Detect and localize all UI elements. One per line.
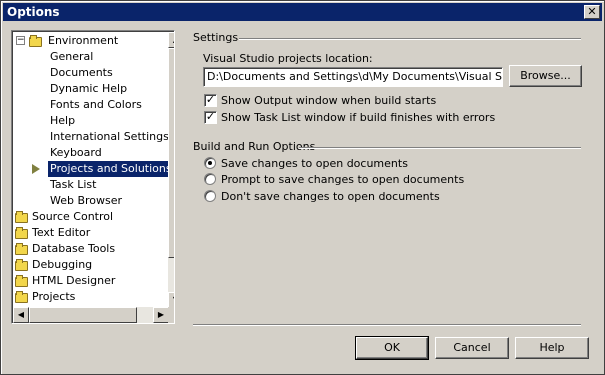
- dont-save-label: Don't save changes to open documents: [221, 190, 440, 203]
- tree-item-label: Dynamic Help: [50, 82, 128, 95]
- tree-item-label: Documents: [50, 66, 113, 79]
- settings-group-title: Settings: [193, 31, 239, 44]
- tree-item-label: Source Control: [32, 210, 114, 223]
- tree-item-label: Fonts and Colors: [50, 98, 142, 111]
- window-title: Options: [7, 5, 60, 19]
- dont-save-radio[interactable]: [204, 190, 216, 202]
- collapse-icon[interactable]: −: [16, 36, 25, 45]
- show-tasklist-label: Show Task List window if build finishes …: [221, 111, 496, 124]
- tree-item-label: Projects: [32, 290, 76, 303]
- scroll-left-icon[interactable]: ◀: [13, 307, 29, 323]
- save-changes-radio[interactable]: [204, 157, 216, 169]
- settings-divider: [239, 38, 581, 40]
- close-button[interactable]: ✕: [584, 5, 600, 19]
- tree-item-label: Help: [50, 114, 76, 127]
- folder-icon: [15, 259, 28, 271]
- title-bar[interactable]: Options ✕: [3, 3, 602, 21]
- help-button[interactable]: Help: [515, 337, 589, 359]
- tree-item-label: Environment: [48, 34, 119, 47]
- folder-icon: [15, 275, 28, 287]
- tree-item-projects[interactable]: Projects: [12, 289, 162, 305]
- tree-horizontal-scrollbar[interactable]: ◀ ▶: [13, 307, 169, 323]
- location-label: Visual Studio projects location:: [203, 52, 373, 65]
- tree-item-projects-and-solutions[interactable]: Projects and Solutions: [12, 161, 174, 177]
- radio-selected-dot: [208, 161, 212, 165]
- show-tasklist-checkbox[interactable]: ✓: [204, 111, 217, 124]
- tree-item-label: General: [50, 50, 94, 63]
- scroll-thumb[interactable]: [168, 48, 174, 258]
- ok-button[interactable]: OK: [355, 336, 429, 360]
- tree-item-environment[interactable]: − Environment: [12, 33, 162, 49]
- prompt-save-radio[interactable]: [204, 173, 216, 185]
- tree-item-label: Web Browser: [50, 194, 123, 207]
- projects-location-input[interactable]: D:\Documents and Settings\d\My Documents…: [203, 67, 503, 87]
- build-run-divider: [299, 147, 581, 149]
- tree-item-label: HTML Designer: [32, 274, 116, 287]
- folder-icon: [15, 227, 28, 239]
- folder-icon: [15, 291, 28, 303]
- browse-button[interactable]: Browse...: [509, 65, 582, 87]
- tree-item-label: Keyboard: [50, 146, 102, 159]
- tree-item-label: Projects and Solutions: [48, 161, 174, 177]
- cancel-button[interactable]: Cancel: [435, 337, 509, 359]
- footer-divider: [193, 324, 581, 326]
- options-dialog: Options ✕ − Environment General Document…: [0, 0, 605, 375]
- prompt-save-label: Prompt to save changes to open documents: [221, 173, 465, 186]
- options-tree[interactable]: − Environment General Documents Dynamic …: [11, 30, 175, 324]
- scroll-right-icon[interactable]: ▶: [153, 307, 169, 323]
- show-output-checkbox[interactable]: ✓: [204, 94, 217, 107]
- folder-open-icon: [29, 35, 42, 47]
- tree-item-label: Text Editor: [32, 226, 91, 239]
- tree-item-debugging[interactable]: Debugging: [12, 257, 162, 273]
- folder-icon: [15, 211, 28, 223]
- tree-item-label: Database Tools: [32, 242, 116, 255]
- tree-item-label: Task List: [50, 178, 97, 191]
- save-changes-label: Save changes to open documents: [221, 157, 408, 170]
- tree-item-label: International Settings: [50, 130, 169, 143]
- show-output-label: Show Output window when build starts: [221, 94, 437, 107]
- tree-item-source-control[interactable]: Source Control: [12, 209, 162, 225]
- tree-item-html-designer[interactable]: HTML Designer: [12, 273, 162, 289]
- tree-item-label: Debugging: [32, 258, 93, 271]
- tree-vertical-scrollbar[interactable]: ▲ ▼: [168, 32, 174, 308]
- tree-item-text-editor[interactable]: Text Editor: [12, 225, 162, 241]
- scroll-thumb[interactable]: [29, 307, 137, 323]
- scrollbar-corner: [168, 307, 174, 323]
- scroll-up-icon[interactable]: ▲: [168, 32, 174, 48]
- folder-icon: [15, 243, 28, 255]
- scroll-down-icon[interactable]: ▼: [168, 292, 174, 308]
- selection-pointer-icon: [32, 164, 40, 174]
- build-run-group-title: Build and Run Options: [193, 140, 316, 153]
- tree-item-database-tools[interactable]: Database Tools: [12, 241, 162, 257]
